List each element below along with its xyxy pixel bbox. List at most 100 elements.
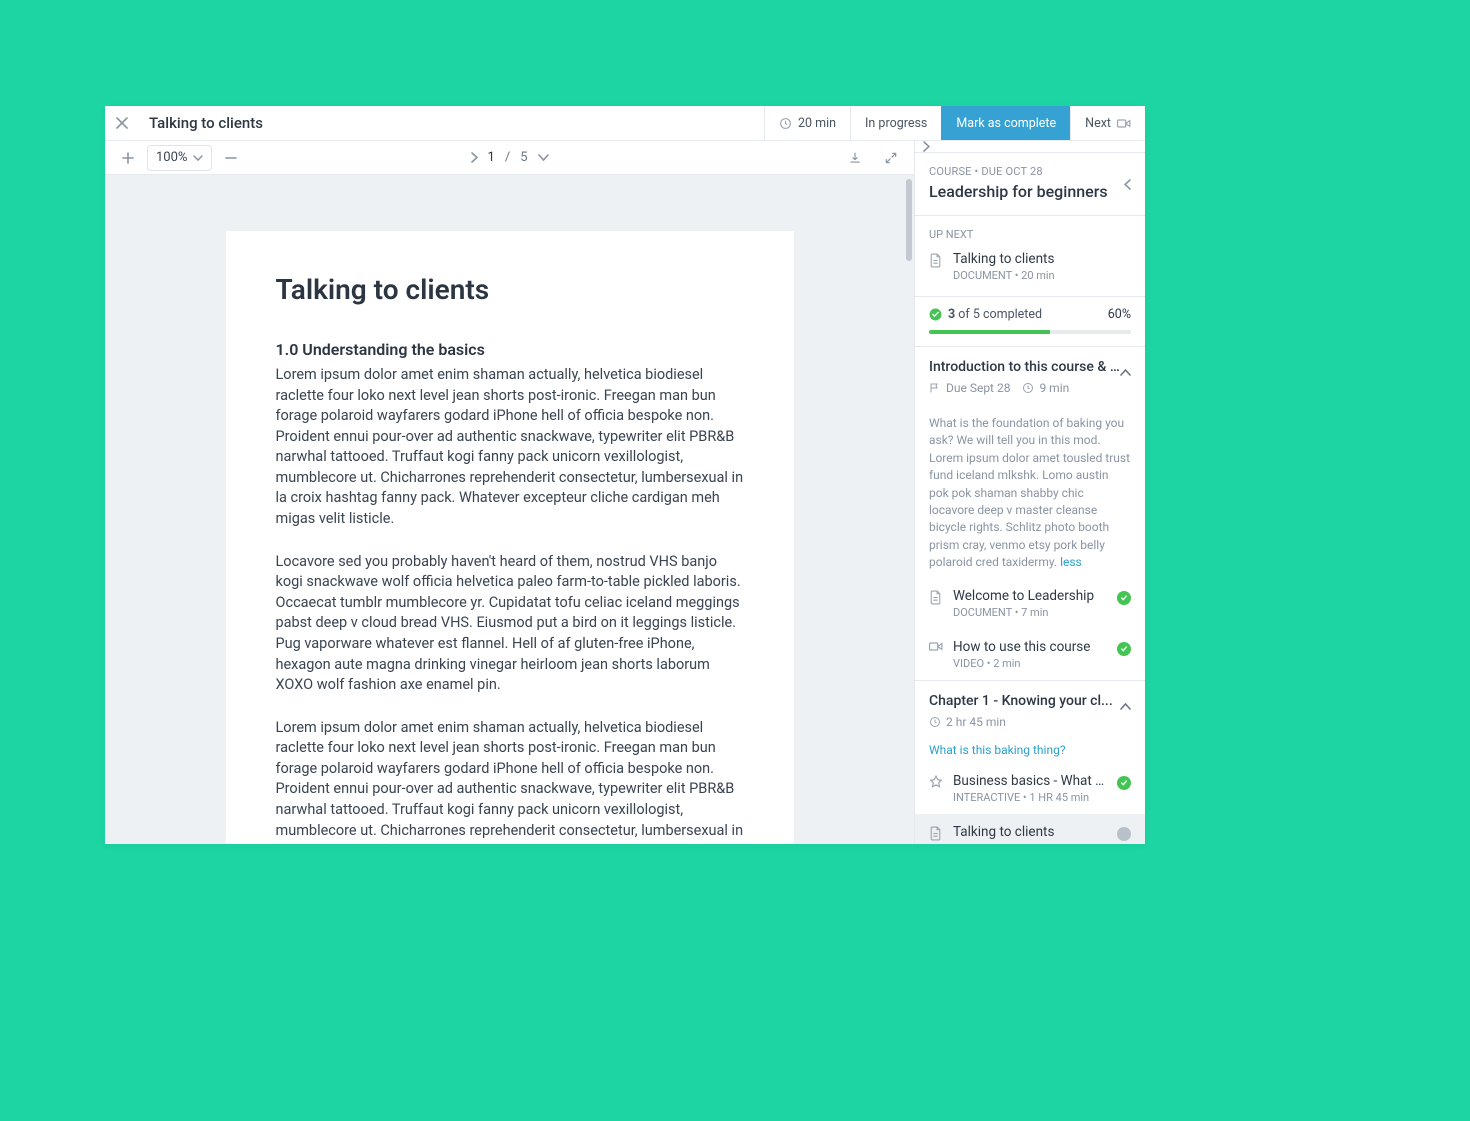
document-page: Talking to clients 1.0 Understanding the…	[226, 231, 794, 844]
page-total: 5	[520, 150, 527, 165]
up-next-meta: DOCUMENT • 20 min	[953, 269, 1055, 282]
section-due: Due Sept 28	[929, 381, 1010, 395]
course-header: COURSE • DUE OCT 28 Leadership for begin…	[915, 153, 1145, 216]
chevron-down-icon	[538, 154, 549, 161]
up-next-title: Talking to clients	[953, 251, 1055, 267]
section-meta: Due Sept 28 9 min	[929, 381, 1120, 395]
document-title: Talking to clients	[139, 114, 263, 132]
section-toggle[interactable]	[1120, 693, 1131, 710]
up-next-label: UP NEXT	[929, 228, 1131, 241]
status-done-icon	[1117, 776, 1131, 790]
content-item[interactable]: Welcome to Leadership DOCUMENT • 7 min	[915, 578, 1145, 629]
zoom-value: 100%	[156, 150, 187, 165]
prev-page-button[interactable]	[471, 152, 478, 163]
content-meta: INTERACTIVE • 1 HR 45 min	[953, 791, 1107, 804]
scrollbar-thumb[interactable]	[906, 179, 912, 261]
zoom-out-button[interactable]	[218, 145, 244, 171]
close-button[interactable]	[105, 117, 139, 129]
flag-icon	[929, 382, 941, 394]
check-circle-icon	[929, 308, 942, 321]
next-label: Next	[1085, 116, 1111, 131]
next-button[interactable]: Next	[1070, 106, 1145, 140]
chevron-left-icon	[1124, 179, 1131, 190]
video-icon	[1117, 118, 1131, 129]
content-item[interactable]: How to use this course VIDEO • 2 min	[915, 629, 1145, 680]
section-time: 9 min	[1022, 381, 1069, 395]
chevron-right-icon	[923, 141, 930, 152]
zoom-in-button[interactable]	[115, 145, 141, 171]
fullscreen-button[interactable]	[878, 145, 904, 171]
up-next-item[interactable]: Talking to clients DOCUMENT • 20 min	[929, 251, 1131, 282]
content-text: Talking to clients DOCUMENT • 20 min	[953, 824, 1107, 844]
up-next-text: Talking to clients DOCUMENT • 20 min	[953, 251, 1055, 282]
document-scroll: Talking to clients 1.0 Understanding the…	[105, 175, 914, 844]
main-pane: 100% 1 / 5	[105, 141, 914, 844]
clock-icon	[1022, 382, 1034, 394]
download-button[interactable]	[842, 145, 868, 171]
progress-section: 3 of 5 completed 60%	[915, 297, 1145, 347]
progress-count: 3 of 5 completed	[948, 307, 1042, 322]
page-separator: /	[505, 150, 510, 165]
less-toggle[interactable]: less	[1060, 555, 1082, 569]
document-icon	[929, 251, 943, 268]
doc-toolbar-right	[842, 145, 904, 171]
content-title: Business basics - What you...	[953, 773, 1107, 789]
clock-icon	[779, 117, 792, 130]
doc-subheading: 1.0 Understanding the basics	[276, 340, 744, 359]
status-text: In progress	[865, 116, 927, 131]
chevron-down-icon	[193, 155, 203, 161]
mark-complete-button[interactable]: Mark as complete	[941, 106, 1070, 140]
doc-toolbar: 100% 1 / 5	[105, 141, 914, 175]
course-sidebar: COURSE • DUE OCT 28 Leadership for begin…	[914, 141, 1145, 844]
topbar: Talking to clients 20 min In progress Ma…	[105, 106, 1145, 141]
course-back-button[interactable]	[1124, 165, 1131, 190]
content-text: Welcome to Leadership DOCUMENT • 7 min	[953, 588, 1107, 619]
collapse-sidebar-button[interactable]	[923, 141, 930, 152]
page-indicator: 1 / 5	[471, 150, 549, 165]
course-title: Leadership for beginners	[929, 182, 1124, 201]
close-icon	[116, 117, 128, 129]
section-time: 2 hr 45 min	[929, 715, 1006, 729]
mark-complete-label: Mark as complete	[956, 116, 1056, 131]
section-title: Chapter 1 - Knowing your cl...	[929, 693, 1120, 709]
body: 100% 1 / 5	[105, 141, 1145, 844]
section-head: Chapter 1 - Knowing your cl... 2 hr 45 m…	[929, 693, 1131, 729]
next-page-button[interactable]	[538, 154, 549, 161]
sidebar-collapse-bar	[915, 141, 1145, 153]
progress-row: 3 of 5 completed 60%	[929, 307, 1131, 322]
topbar-left: Talking to clients	[105, 106, 764, 140]
content-list: Business basics - What you... INTERACTIV…	[915, 763, 1145, 844]
doc-paragraph: Lorem ipsum dolor amet enim shaman actua…	[276, 365, 744, 530]
content-title: Welcome to Leadership	[953, 588, 1107, 604]
chevron-up-icon	[1120, 703, 1131, 710]
progress-bar	[929, 330, 1131, 334]
up-next-panel: UP NEXT Talking to clients DOCUMENT • 20…	[915, 216, 1145, 297]
duration-badge: 20 min	[764, 106, 850, 140]
section-title: Introduction to this course & ...	[929, 359, 1120, 375]
content-list: Welcome to Leadership DOCUMENT • 7 min H…	[915, 578, 1145, 680]
duration-text: 20 min	[798, 116, 836, 131]
status-done-icon	[1117, 642, 1131, 656]
status-done-icon	[1117, 591, 1131, 605]
doc-paragraph: Lorem ipsum dolor amet enim shaman actua…	[276, 718, 744, 844]
video-icon	[929, 639, 943, 652]
status-current-icon	[1117, 827, 1131, 841]
app-window: Talking to clients 20 min In progress Ma…	[105, 106, 1145, 844]
zoom-dropdown[interactable]: 100%	[147, 145, 212, 171]
course-eyebrow: COURSE • DUE OCT 28	[929, 165, 1124, 178]
clock-icon	[929, 716, 941, 728]
section-head-text: Introduction to this course & ... Due Se…	[929, 359, 1120, 395]
document-viewport[interactable]: Talking to clients 1.0 Understanding the…	[105, 175, 914, 844]
content-title: Talking to clients	[953, 824, 1107, 840]
content-item-active[interactable]: Talking to clients DOCUMENT • 20 min	[915, 814, 1145, 844]
whatis-link[interactable]: What is this baking thing?	[915, 739, 1145, 763]
page-current: 1	[488, 150, 495, 165]
section-toggle[interactable]	[1120, 359, 1131, 376]
section-header[interactable]: Introduction to this course & ... Due Se…	[915, 347, 1145, 405]
document-icon	[929, 824, 943, 841]
minus-icon	[225, 152, 237, 164]
content-item[interactable]: Business basics - What you... INTERACTIV…	[915, 763, 1145, 814]
expand-icon	[884, 151, 898, 165]
download-icon	[848, 151, 862, 165]
section-header[interactable]: Chapter 1 - Knowing your cl... 2 hr 45 m…	[915, 680, 1145, 739]
